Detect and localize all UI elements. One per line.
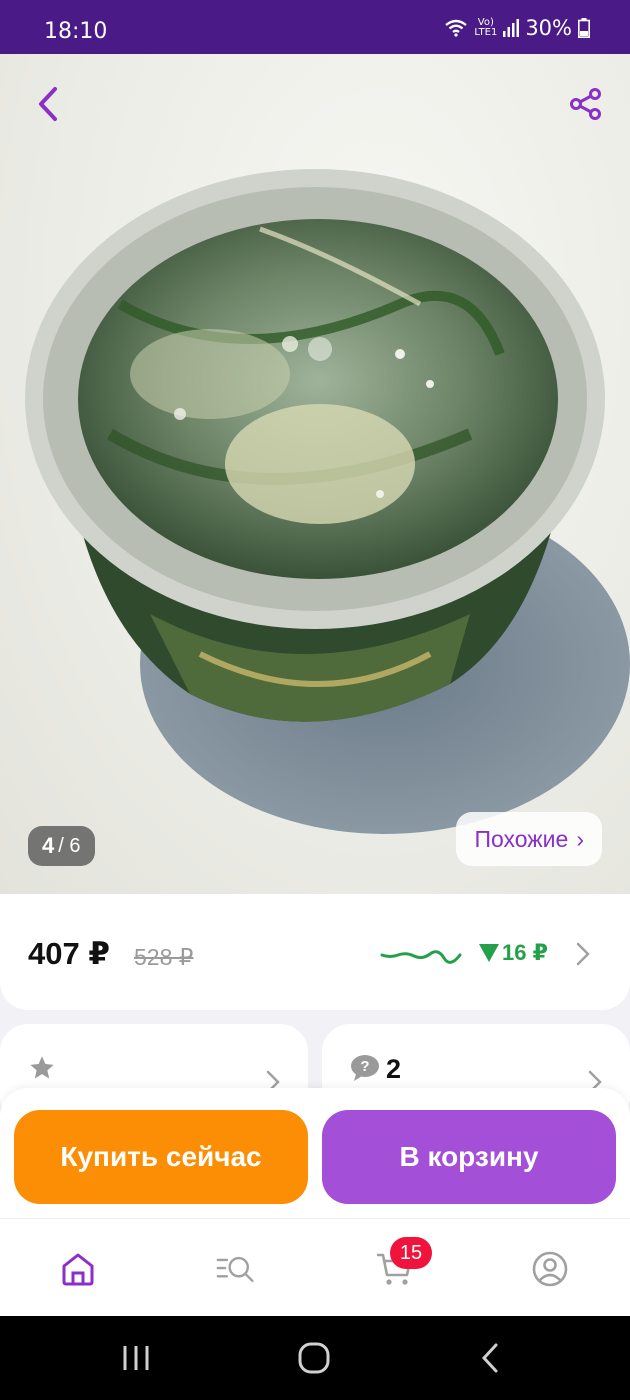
price-card[interactable]: 407 ₽ 528 ₽ 16 ₽ bbox=[0, 894, 630, 1010]
profile-icon bbox=[532, 1251, 568, 1287]
home-system-button[interactable] bbox=[294, 1338, 334, 1378]
price-trend-line bbox=[380, 950, 462, 964]
chevron-right-icon bbox=[576, 942, 590, 966]
status-time: 18:10 bbox=[44, 19, 108, 44]
price-diff-value: 16 ₽ bbox=[502, 940, 548, 965]
product-photo[interactable]: 4 / 6 Похожие › bbox=[0, 54, 630, 894]
recent-apps-icon bbox=[123, 1346, 149, 1370]
product-image bbox=[25, 169, 630, 834]
share-icon bbox=[570, 88, 601, 120]
image-counter: 4 / 6 bbox=[28, 826, 95, 866]
current-price: 407 ₽ bbox=[28, 936, 110, 971]
wifi-icon bbox=[445, 19, 468, 37]
price-diff: 16 ₽ bbox=[478, 940, 548, 966]
signal-icon bbox=[503, 19, 520, 37]
cart-badge: 15 bbox=[390, 1237, 432, 1269]
triangle-down-icon bbox=[479, 944, 499, 962]
share-button[interactable] bbox=[564, 82, 608, 126]
status-icons: Vo) LTE1 30% bbox=[444, 16, 590, 40]
status-bar: 18:10 Vo) LTE1 30% bbox=[0, 0, 630, 54]
back-icon bbox=[39, 87, 57, 121]
back-system-button[interactable] bbox=[470, 1338, 510, 1378]
similar-button[interactable]: Похожие › bbox=[456, 812, 602, 866]
buy-now-button[interactable]: Купить сейчас bbox=[14, 1110, 308, 1204]
recent-apps-button[interactable] bbox=[116, 1338, 156, 1378]
similar-label: Похожие bbox=[474, 825, 569, 852]
home-icon bbox=[62, 1253, 94, 1286]
action-panel: Купить сейчас В корзину bbox=[0, 1088, 630, 1218]
image-counter-total: / 6 bbox=[58, 834, 81, 857]
battery-icon bbox=[578, 18, 590, 38]
nav-home[interactable] bbox=[58, 1249, 98, 1289]
svg-text:?: ? bbox=[360, 1058, 369, 1075]
battery-percent: 30% bbox=[525, 16, 572, 40]
nav-catalog[interactable] bbox=[216, 1249, 256, 1289]
add-to-cart-button[interactable]: В корзину bbox=[322, 1110, 616, 1204]
catalog-search-icon bbox=[216, 1256, 254, 1283]
home-circle-icon bbox=[298, 1342, 330, 1374]
system-nav-bar bbox=[0, 1316, 630, 1400]
bottom-nav: 15 bbox=[0, 1218, 630, 1316]
questions-count: 2 bbox=[386, 1054, 402, 1084]
old-price: 528 ₽ bbox=[134, 944, 194, 970]
network-type: Vo) LTE1 bbox=[474, 17, 498, 38]
chevron-right-icon: › bbox=[576, 825, 584, 852]
star-icon bbox=[30, 1056, 54, 1079]
back-arrow-icon bbox=[481, 1343, 498, 1373]
image-counter-current: 4 bbox=[42, 833, 55, 858]
nav-profile[interactable] bbox=[530, 1249, 570, 1289]
back-button[interactable] bbox=[26, 82, 70, 126]
question-icon: ? bbox=[351, 1055, 379, 1081]
